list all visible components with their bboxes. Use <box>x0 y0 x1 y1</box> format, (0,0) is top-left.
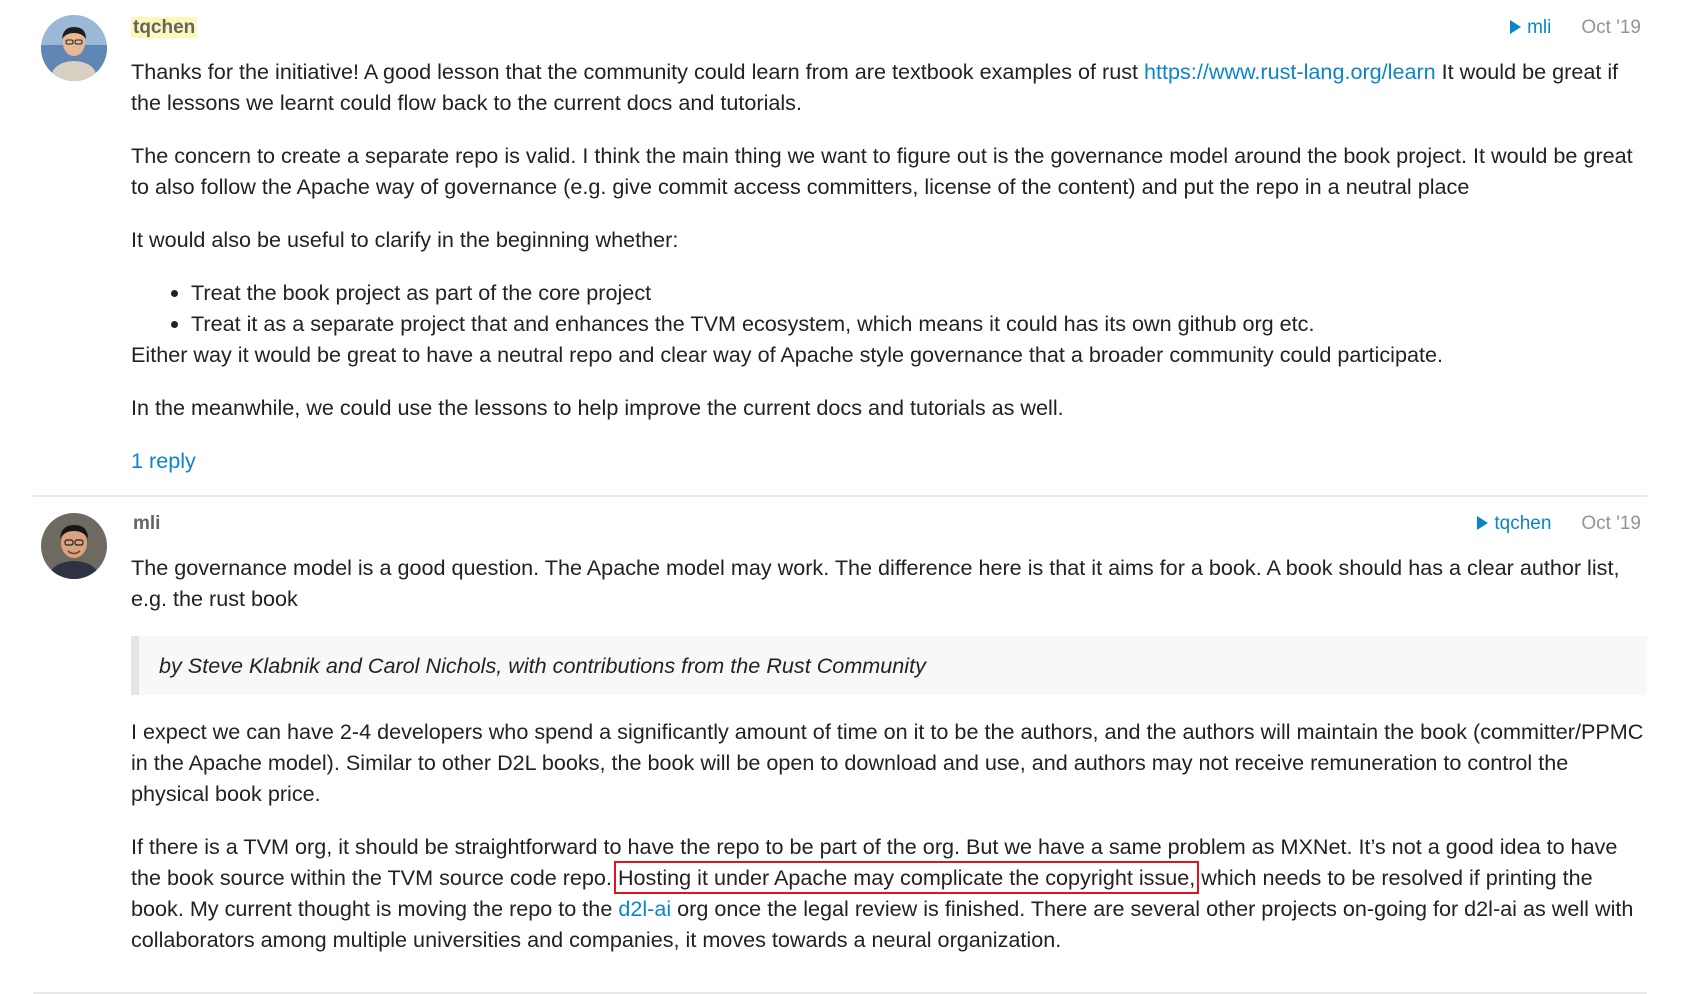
list-item: Treat it as a separate project that and … <box>191 308 1647 339</box>
reply-to-username: mli <box>1527 17 1552 38</box>
paragraph: Thanks for the initiative! A good lesson… <box>131 56 1647 118</box>
reply-to-arrow-icon <box>1510 20 1522 34</box>
paragraph: It would also be useful to clarify in th… <box>131 227 679 252</box>
list-item: Treat the book project as part of the co… <box>191 277 1647 308</box>
d2l-ai-link[interactable]: d2l-ai <box>618 896 671 921</box>
paragraph: The concern to create a separate repo is… <box>131 143 1633 199</box>
paragraph: In the meanwhile, we could use the lesso… <box>131 395 1064 420</box>
paragraph: I expect we can have 2-4 developers who … <box>131 719 1644 806</box>
paragraph: If there is a TVM org, it should be stra… <box>131 831 1647 955</box>
paragraph: The governance model is a good question.… <box>131 555 1620 611</box>
avatar-tqchen-image <box>41 15 107 81</box>
avatar-mli-image <box>41 513 107 579</box>
reply-to-link[interactable]: tqchen <box>1477 513 1551 534</box>
post-meta: tqchen mli Oct '19 <box>131 14 1647 42</box>
annotation-highlight-box: Hosting it under Apache may complicate t… <box>613 861 1200 894</box>
avatar-tqchen[interactable] <box>41 15 107 81</box>
bullet-list: Treat the book project as part of the co… <box>131 277 1647 339</box>
post-date[interactable]: Oct '19 <box>1581 17 1641 38</box>
post-meta: mli tqchen Oct '19 <box>131 510 1647 538</box>
post-tqchen: tqchen mli Oct '19 Thanks for the initiat… <box>33 0 1647 497</box>
rust-learn-link[interactable]: https://www.rust-lang.org/learn <box>1144 59 1436 84</box>
username[interactable]: tqchen <box>131 17 198 38</box>
paragraph-text: Thanks for the initiative! A good lesson… <box>131 59 1145 84</box>
avatar-mli[interactable] <box>41 513 107 579</box>
reply-to-username: tqchen <box>1494 513 1552 534</box>
reply-to-arrow-icon <box>1477 516 1489 530</box>
paragraph: Either way it would be great to have a n… <box>131 342 1443 367</box>
post-meta-right: tqchen Oct '19 <box>1477 510 1641 538</box>
replies-toggle-button[interactable]: 1 reply <box>131 445 196 476</box>
post-mli: mli tqchen Oct '19 The governance model i… <box>33 497 1647 994</box>
post-date[interactable]: Oct '19 <box>1581 513 1641 534</box>
post-meta-right: mli Oct '19 <box>1510 14 1641 42</box>
blockquote: by Steve Klabnik and Carol Nichols, with… <box>131 636 1647 695</box>
post-body: Thanks for the initiative! A good lesson… <box>131 56 1647 476</box>
reply-to-link[interactable]: mli <box>1510 17 1551 38</box>
username[interactable]: mli <box>131 513 162 534</box>
post-body: The governance model is a good question.… <box>131 552 1647 977</box>
topic-thread: tqchen mli Oct '19 Thanks for the initiat… <box>33 0 1647 994</box>
